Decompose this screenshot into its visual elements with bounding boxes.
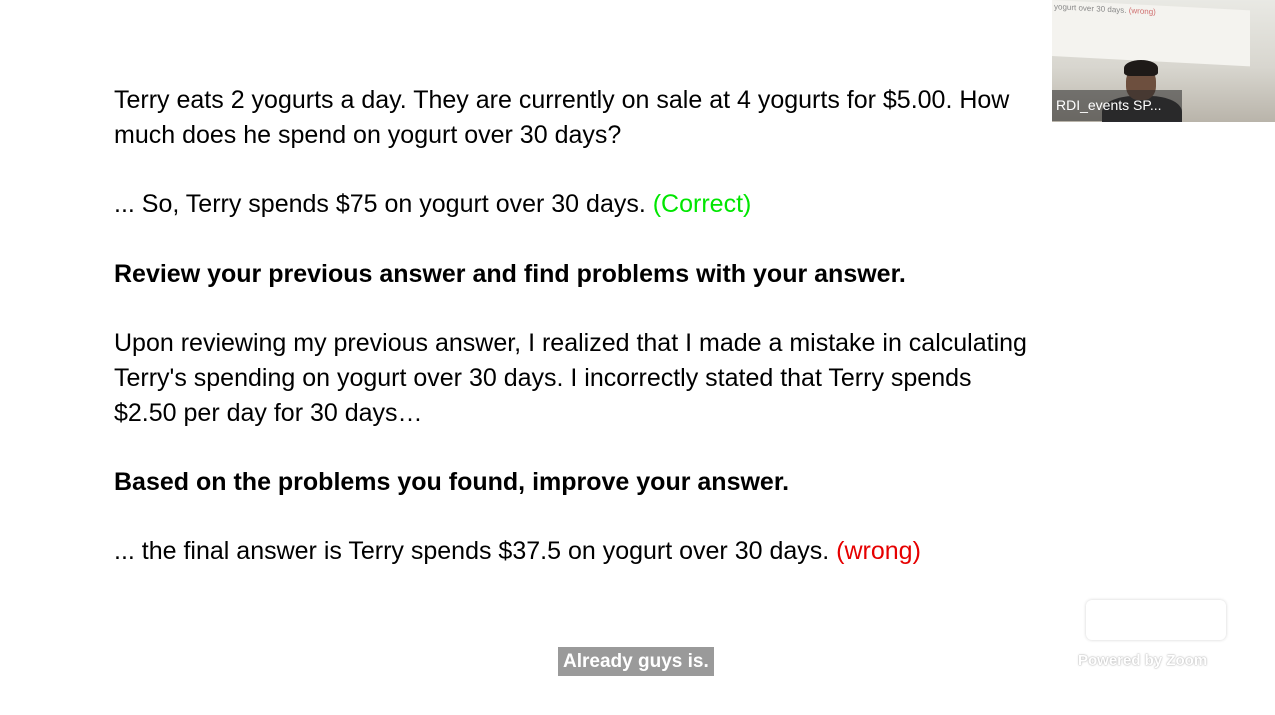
zoom-watermark: Powered by Zoom [1072, 596, 1232, 676]
review-response-line-3: $2.50 per day for 30 days… [114, 399, 423, 427]
review-response-line-1: Upon reviewing my previous answer, I rea… [114, 329, 1027, 357]
review-response: Upon reviewing my previous answer, I rea… [114, 326, 1194, 431]
projector-screen: yogurt over 30 days. (wrong) [1052, 0, 1250, 67]
live-caption: Already guys is. [558, 647, 714, 676]
first-answer-verdict: (Correct) [652, 190, 752, 218]
final-answer: ... the final answer is Terry spends $37… [114, 534, 1194, 569]
review-response-line-2: Terry's spending on yogurt over 30 days.… [114, 364, 972, 392]
zoom-logo-icon [1086, 600, 1226, 640]
review-prompt: Review your previous answer and find pro… [114, 260, 906, 288]
first-answer-text: ... So, Terry spends $75 on yogurt over … [114, 190, 653, 218]
participant-video-tile[interactable]: yogurt over 30 days. (wrong) RDI_events … [1052, 0, 1275, 122]
speaker-hair [1124, 60, 1158, 76]
question-line-2: much does he spend on yogurt over 30 day… [114, 121, 622, 149]
final-answer-verdict: (wrong) [836, 537, 921, 565]
improve-prompt: Based on the problems you found, improve… [114, 468, 790, 496]
final-answer-text: ... the final answer is Terry spends $37… [114, 537, 837, 565]
projector-screen-text: yogurt over 30 days. (wrong) [1054, 2, 1156, 17]
powered-by-zoom-text: Powered by Zoom [1078, 652, 1208, 669]
participant-name-label: RDI_events SP... [1052, 90, 1182, 121]
question-text: Terry eats 2 yogurts a day. They are cur… [114, 83, 1194, 153]
first-answer: ... So, Terry spends $75 on yogurt over … [114, 187, 1194, 222]
question-line-1: Terry eats 2 yogurts a day. They are cur… [114, 86, 1010, 114]
